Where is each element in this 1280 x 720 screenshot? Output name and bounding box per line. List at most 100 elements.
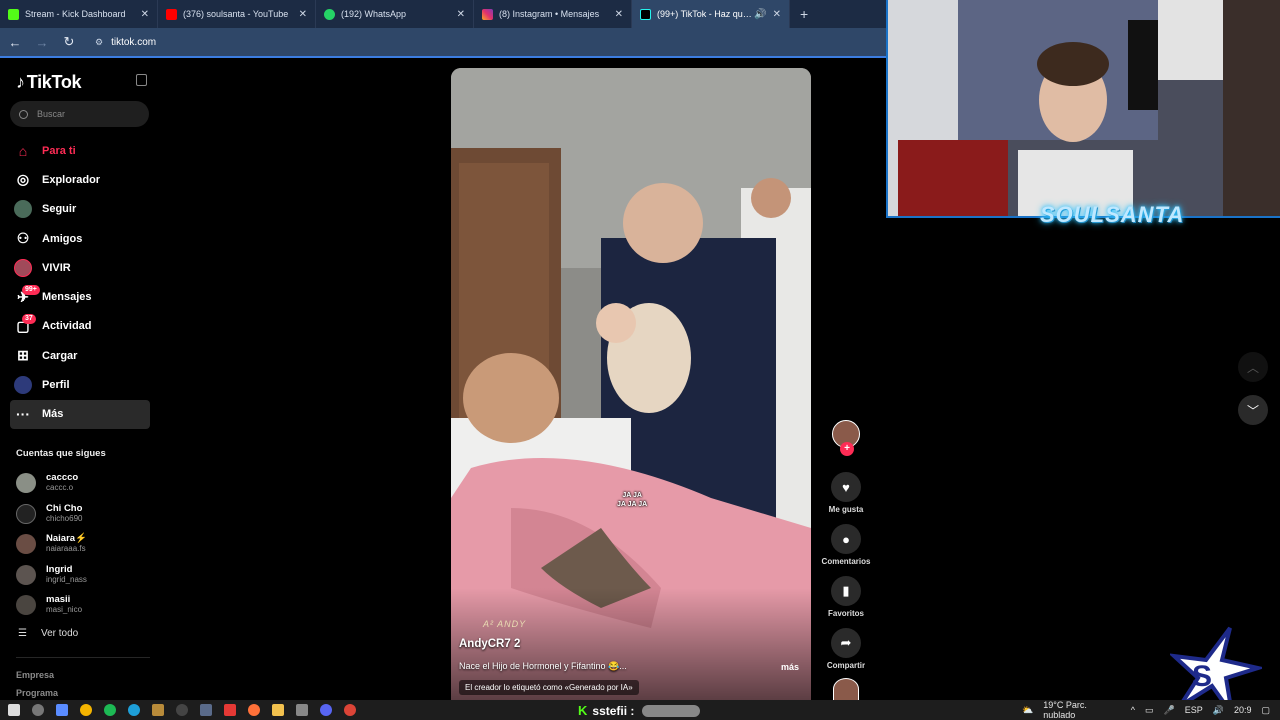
list-icon: ☰ [18,628,27,639]
webcam-image [888,0,1280,216]
nav-item-cargar[interactable]: ⊞ Cargar [10,341,150,370]
tiktok-icon [640,8,651,20]
new-tab-button[interactable]: + [800,6,808,22]
tab-tiktok[interactable]: (99+) TikTok - Haz que tu día 🔊 ✕ [632,0,790,28]
tab-whatsapp[interactable]: (192) WhatsApp ✕ [316,0,474,28]
search-placeholder: Buscar [37,109,66,119]
volume-icon[interactable]: 🔊 [1213,705,1224,716]
app-icon[interactable] [56,704,68,716]
search-input[interactable]: Buscar [10,101,149,127]
chat-ticker: K sstefii : [578,703,701,718]
creator-avatar-button[interactable]: + [826,420,866,456]
avatar [16,472,36,493]
avatar [16,594,36,615]
tab-kick[interactable]: Stream - Kick Dashboard ✕ [0,0,158,28]
comments-button[interactable]: ● Comentarios [822,524,870,566]
discord-icon[interactable] [320,704,332,716]
tab-instagram[interactable]: (8) Instagram • Mensajes ✕ [474,0,632,28]
app-icon[interactable] [224,704,236,716]
site-settings-icon[interactable]: ⚙ [95,37,103,48]
app-tray-icon[interactable]: ▭ [1145,705,1154,716]
search-icon [19,109,28,119]
nav-item-mensajes[interactable]: ✈ 99+ Mensajes [10,282,150,311]
webcam-overlay [886,0,1280,218]
previous-video-button[interactable]: ︿ [1238,352,1268,382]
comment-icon: ● [831,524,861,554]
speaker-icon[interactable]: 🔊 [754,9,766,20]
next-video-button[interactable]: ﹀ [1238,395,1268,425]
app-icon[interactable] [152,704,164,716]
avatar-icon [14,200,32,219]
folder-icon[interactable] [272,704,284,716]
favorites-button[interactable]: ▮ Favoritos [826,576,866,618]
close-icon[interactable]: ✕ [141,9,149,20]
chrome-icon[interactable] [344,704,356,716]
follow-plus-icon[interactable]: + [840,442,854,456]
lang-text[interactable]: ESP [1185,705,1203,715]
spotify-icon[interactable] [104,704,116,716]
avatar [16,564,36,585]
nav-item-para-ti[interactable]: ⌂ Para ti [10,136,150,165]
mic-icon[interactable]: 🎤 [1164,705,1175,716]
following-account[interactable]: masii masi_nico [16,594,82,615]
close-icon[interactable]: ✕ [457,9,465,20]
video-player[interactable]: JA JA JA JA JA A² ANDY AndyCR7 2 Nace el… [451,68,811,700]
kick-icon: K [578,703,588,718]
clock[interactable]: 20:9 [1234,705,1252,715]
edge-icon[interactable] [128,704,140,716]
tab-youtube[interactable]: (376) soulsanta - YouTube ✕ [158,0,316,28]
weather-text[interactable]: 19°C Parc. nublado [1043,700,1121,720]
share-icon: ➦ [831,628,861,658]
chevron-up-icon[interactable]: ^ [1131,705,1135,715]
ai-generated-label: El creador lo etiquetó como «Generado po… [459,680,639,695]
like-button[interactable]: ♥ Me gusta [826,472,866,514]
streamer-name-overlay: SOULSANTA [1040,202,1185,227]
video-author[interactable]: AndyCR7 2 [459,638,520,650]
following-account[interactable]: Naiara⚡ naiaraaa.fs [16,533,87,554]
close-icon[interactable]: ✕ [615,9,623,20]
svg-text:S: S [1192,660,1212,693]
video-caption: Nace el Hijo de Hormonel y Fifantino 😂..… [459,661,627,671]
footer-link-programa[interactable]: Programa [16,688,58,698]
obs-icon[interactable] [176,704,188,716]
following-account[interactable]: Chi Cho chicho690 [16,503,82,524]
kick-icon [8,8,19,20]
collapse-sidebar-icon[interactable] [136,74,147,86]
notifications-icon[interactable]: ▢ [1261,705,1270,716]
following-account[interactable]: Ingrid ingrid_nass [16,564,87,585]
nav-item-vivir[interactable]: VIVIR [10,253,150,282]
forward-icon[interactable]: → [30,35,54,50]
laugh-overlay-text: JA JA JA JA JA [617,492,648,508]
app-icon[interactable] [296,704,308,716]
music-disc-button[interactable] [826,678,866,700]
upload-icon: ⊞ [17,347,29,364]
url-field[interactable]: ⚙ tiktok.com [95,37,156,48]
nav-item-perfil[interactable]: Perfil [10,370,150,399]
task-view-icon[interactable] [32,704,44,716]
nav-item-amigos[interactable]: ⚇ Amigos [10,224,150,253]
firefox-icon[interactable] [248,704,260,716]
share-button[interactable]: ➦ Compartir [826,628,866,670]
close-icon[interactable]: ✕ [773,9,781,20]
address-bar: ← → ↻ ⚙ tiktok.com [0,28,886,58]
back-icon[interactable]: ← [3,35,27,50]
chrome-icon[interactable] [80,704,92,716]
avatar [16,533,36,554]
weather-icon: ⛅ [1022,704,1034,715]
nav-item-actividad[interactable]: ▢ 37 Actividad [10,312,150,341]
app-icon[interactable] [200,704,212,716]
footer-link-empresa[interactable]: Empresa [16,670,54,680]
messages-icon: ✈ 99+ [14,285,40,306]
nav-item-mas[interactable]: ··· Más [10,399,150,429]
close-icon[interactable]: ✕ [299,9,307,20]
see-all-button[interactable]: ☰ Ver todo [18,628,78,639]
following-account[interactable]: caccco caccc.o [16,472,78,493]
windows-start-icon[interactable] [8,704,20,716]
more-button[interactable]: más [781,662,799,672]
more-icon: ··· [16,406,30,423]
tab-label: (8) Instagram • Mensajes [499,9,600,19]
nav-item-explorador[interactable]: ◎ Explorador [10,165,150,194]
reload-icon[interactable]: ↻ [57,34,81,50]
nav-item-seguir[interactable]: Seguir [10,195,150,224]
tiktok-logo[interactable]: ♪ TikTok [16,72,82,93]
